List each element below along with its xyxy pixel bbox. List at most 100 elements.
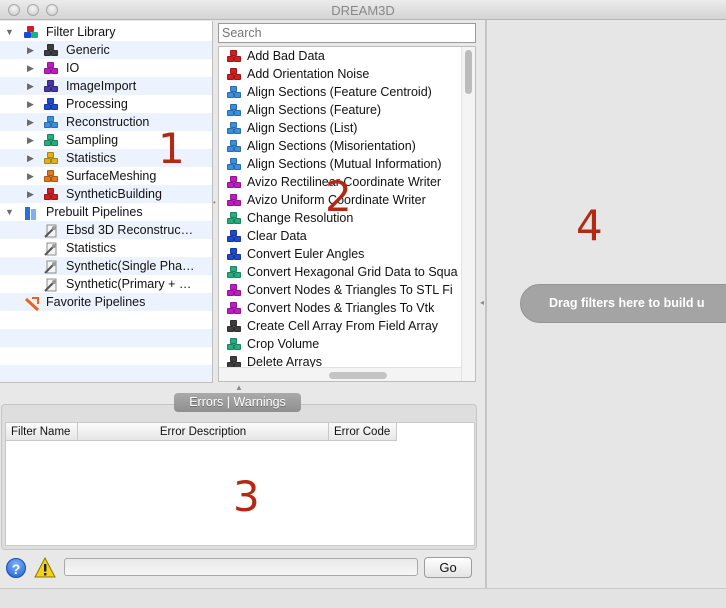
tree-empty-row [0,329,212,347]
filter-list-item[interactable]: Convert Hexagonal Grid Data to Squa [219,263,463,281]
filter-label: Align Sections (Feature Centroid) [247,85,432,99]
filter-cube-icon [227,50,241,63]
filter-list-item[interactable]: Create Cell Array From Field Array [219,317,463,335]
filter-search-input[interactable] [218,23,476,43]
tree-item-label: Processing [66,97,128,111]
tree-item-label: Statistics [66,151,117,165]
filter-cube-icon [227,176,241,189]
filter-cube-icon [227,338,241,351]
filter-list-item[interactable]: Convert Nodes & Triangles To Vtk [219,299,463,317]
disclosure-closed-icon[interactable]: ▶ [27,131,34,149]
tree-item[interactable]: ▶ ImageImport [0,77,212,95]
disclosure-closed-icon[interactable]: ▶ [27,41,34,59]
tree-item[interactable]: Favorite Pipelines [0,293,212,311]
filter-cube-icon [227,320,241,333]
help-button[interactable]: ? [6,558,26,578]
filter-label: Add Bad Data [247,49,325,63]
tree-item-label: IO [66,61,80,75]
warning-icon[interactable] [34,557,56,579]
tree-item[interactable]: ▶ IO [0,59,212,77]
errors-warnings-tab[interactable]: Errors | Warnings [174,393,301,412]
filter-list-item[interactable]: Align Sections (Mutual Information) [219,155,463,173]
filter-list-item[interactable]: Align Sections (List) [219,119,463,137]
tree-item[interactable]: ▶ Generic [0,41,212,59]
disclosure-closed-icon[interactable]: ▶ [27,149,34,167]
column-header-error-description[interactable]: Error Description [78,423,329,441]
tree-item[interactable]: ▶ SyntheticBuilding [0,185,212,203]
tree-item-label: Reconstruction [66,115,150,129]
tree-item-label: ImageImport [66,79,137,93]
annotation-1: 1 [158,124,185,173]
filter-cube-icon [227,158,241,171]
pipeline-folder-icon [24,206,38,220]
column-header-error-code[interactable]: Error Code [329,423,397,441]
tree-empty-row [0,365,212,382]
column-header-filter-name[interactable]: Filter Name [6,423,78,441]
cube-yellow-icon [44,152,58,165]
filter-cube-icon [227,212,241,225]
cube-lightblue-icon [44,116,58,129]
window-title: DREAM3D [331,3,395,18]
tree-item[interactable]: ▶ Processing [0,95,212,113]
tree-item-label: SurfaceMeshing [66,169,157,183]
tree-empty-row [0,347,212,365]
filter-label: Convert Nodes & Triangles To Vtk [247,301,435,315]
filter-list-item[interactable]: Convert Nodes & Triangles To STL Fi [219,281,463,299]
filter-label: Convert Hexagonal Grid Data to Squa [247,265,458,279]
tree-item[interactable]: Synthetic(Primary + … [0,275,212,293]
filter-list-item[interactable]: Add Orientation Noise [219,65,463,83]
disclosure-open-icon[interactable]: ▼ [5,203,14,221]
tree-item[interactable]: ▼ Filter Library [0,23,212,41]
disclosure-closed-icon[interactable]: ▶ [27,59,34,77]
filter-label: Crop Volume [247,337,320,351]
cube-red-icon [44,188,58,201]
go-button[interactable]: Go [424,557,472,578]
filter-list-item[interactable]: Crop Volume [219,335,463,353]
cube-teal-icon [44,134,58,147]
tree-item-label: Generic [66,43,110,57]
filter-cube-icon [227,140,241,153]
filter-cube-icon [227,266,241,279]
disclosure-closed-icon[interactable]: ▶ [27,185,34,203]
filter-list-item[interactable]: Clear Data [219,227,463,245]
filter-library-tree[interactable]: ▼ Filter Library ▶ Generic ▶ IO ▶ ImageImport ▶ P… [0,21,213,383]
filter-label: Clear Data [247,229,307,243]
filter-list-item[interactable]: Convert Euler Angles [219,245,463,263]
disclosure-closed-icon[interactable]: ▶ [27,77,34,95]
splitter-handle-icon[interactable]: ◂ [480,298,484,307]
vertical-scroll-thumb[interactable] [465,50,472,94]
filter-list-item[interactable]: Align Sections (Feature) [219,101,463,119]
filter-cube-icon [227,122,241,135]
pipeline-doc-icon [44,260,58,274]
tree-item[interactable]: ▼ Prebuilt Pipelines [0,203,212,221]
splitter-handle-icon[interactable]: • [213,198,216,207]
disclosure-closed-icon[interactable]: ▶ [27,167,34,185]
disclosure-closed-icon[interactable]: ▶ [27,95,34,113]
horizontal-scroll-thumb[interactable] [329,372,387,379]
disclosure-closed-icon[interactable]: ▶ [27,113,34,131]
filter-cube-icon [227,86,241,99]
filter-label: Create Cell Array From Field Array [247,319,439,333]
filter-cube-icon [227,248,241,261]
annotation-3: 3 [233,472,260,521]
filter-label: Align Sections (Mutual Information) [247,157,442,171]
filter-label: Add Orientation Noise [247,67,370,81]
filter-list-vertical-scrollbar[interactable] [461,47,475,381]
disclosure-open-icon[interactable]: ▼ [5,23,14,41]
filter-list-horizontal-scrollbar[interactable] [219,367,461,381]
tree-item[interactable]: Ebsd 3D Reconstruc… [0,221,212,239]
tree-item[interactable]: Synthetic(Single Pha… [0,257,212,275]
filter-cube-icon [227,302,241,315]
filter-list-item[interactable]: Add Bad Data [219,47,463,65]
filter-cube-icon [227,68,241,81]
filter-list-item[interactable]: Align Sections (Feature Centroid) [219,83,463,101]
pipeline-doc-icon [44,224,58,238]
tree-item-label: Filter Library [46,25,116,39]
splitter-handle-icon[interactable]: ▲ [235,383,243,392]
pipeline-doc-icon [44,242,58,256]
tree-item-label: Sampling [66,133,119,147]
tree-item[interactable]: Statistics [0,239,212,257]
tree-item-label: Favorite Pipelines [46,295,146,309]
filter-list-item[interactable]: Align Sections (Misorientation) [219,137,463,155]
title-bar: DREAM3D [0,0,726,20]
